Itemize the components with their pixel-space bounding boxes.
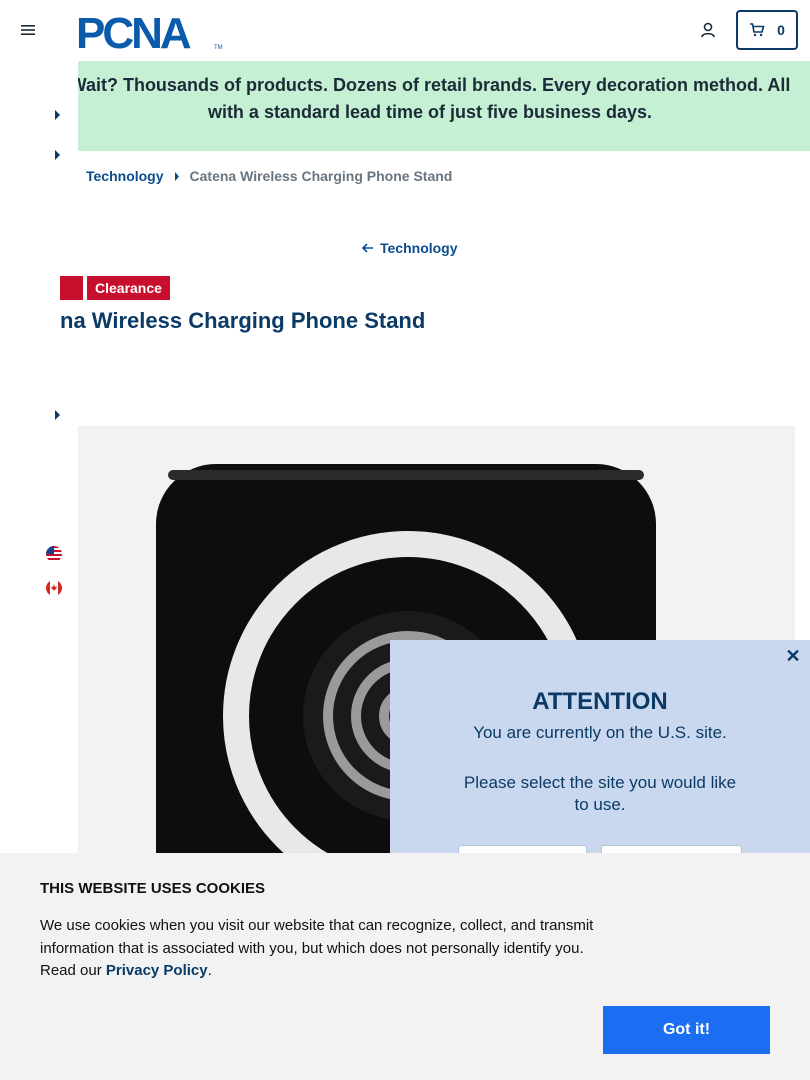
privacy-policy-link[interactable]: Privacy Policy [106,962,208,979]
modal-current-site-text: You are currently on the U.S. site. [473,723,727,742]
promo-banner: Wait? Thousands of products. Dozens of r… [0,61,810,151]
cookie-title: THIS WEBSITE USES COOKIES [40,880,266,897]
badge-partial [60,276,83,300]
cart-icon [750,23,765,37]
cart-count: 0 [777,22,785,38]
breadcrumb-current: Catena Wireless Charging Phone Stand [189,168,453,184]
back-link-label: Technology [380,240,458,256]
chevron-right-icon[interactable] [53,407,61,420]
accept-cookies-button[interactable]: Got it! [603,1006,770,1054]
cookie-period: . [207,962,212,979]
cookie-text: We use cookies when you visit our websit… [40,915,610,983]
logo-text: PCNA [76,10,191,52]
promo-text-line1: Wait? Thousands of products. Dozens of r… [69,75,791,95]
modal-instruction-text: Please select the site you would like to… [463,773,737,814]
chevron-right-icon[interactable] [53,107,61,120]
promo-text-line2: with a standard lead time of just five b… [207,102,653,122]
promo-text: Wait? Thousands of products. Dozens of r… [60,72,800,126]
arrow-left-icon [362,243,373,253]
chevron-right-icon[interactable] [53,147,61,160]
canada-flag-icon[interactable] [46,580,62,596]
menu-icon[interactable] [20,22,36,38]
breadcrumb: Technology Catena Wireless Charging Phon… [86,168,452,184]
account-icon[interactable] [699,21,717,39]
site-header: PCNA TM 0 [0,0,810,61]
back-to-category-link[interactable]: Technology [362,240,458,256]
modal-title: ATTENTION [532,688,668,715]
us-flag-icon[interactable] [46,546,62,562]
breadcrumb-arrow-icon [174,171,179,181]
breadcrumb-technology[interactable]: Technology [86,168,164,184]
cart-button[interactable]: 0 [736,10,798,50]
close-icon[interactable]: ✕ [785,647,801,665]
logo-tm: TM [214,45,223,51]
pcna-logo[interactable]: PCNA TM [76,9,226,58]
product-title: na Wireless Charging Phone Stand [60,308,426,333]
clearance-badge: Clearance [87,276,170,300]
